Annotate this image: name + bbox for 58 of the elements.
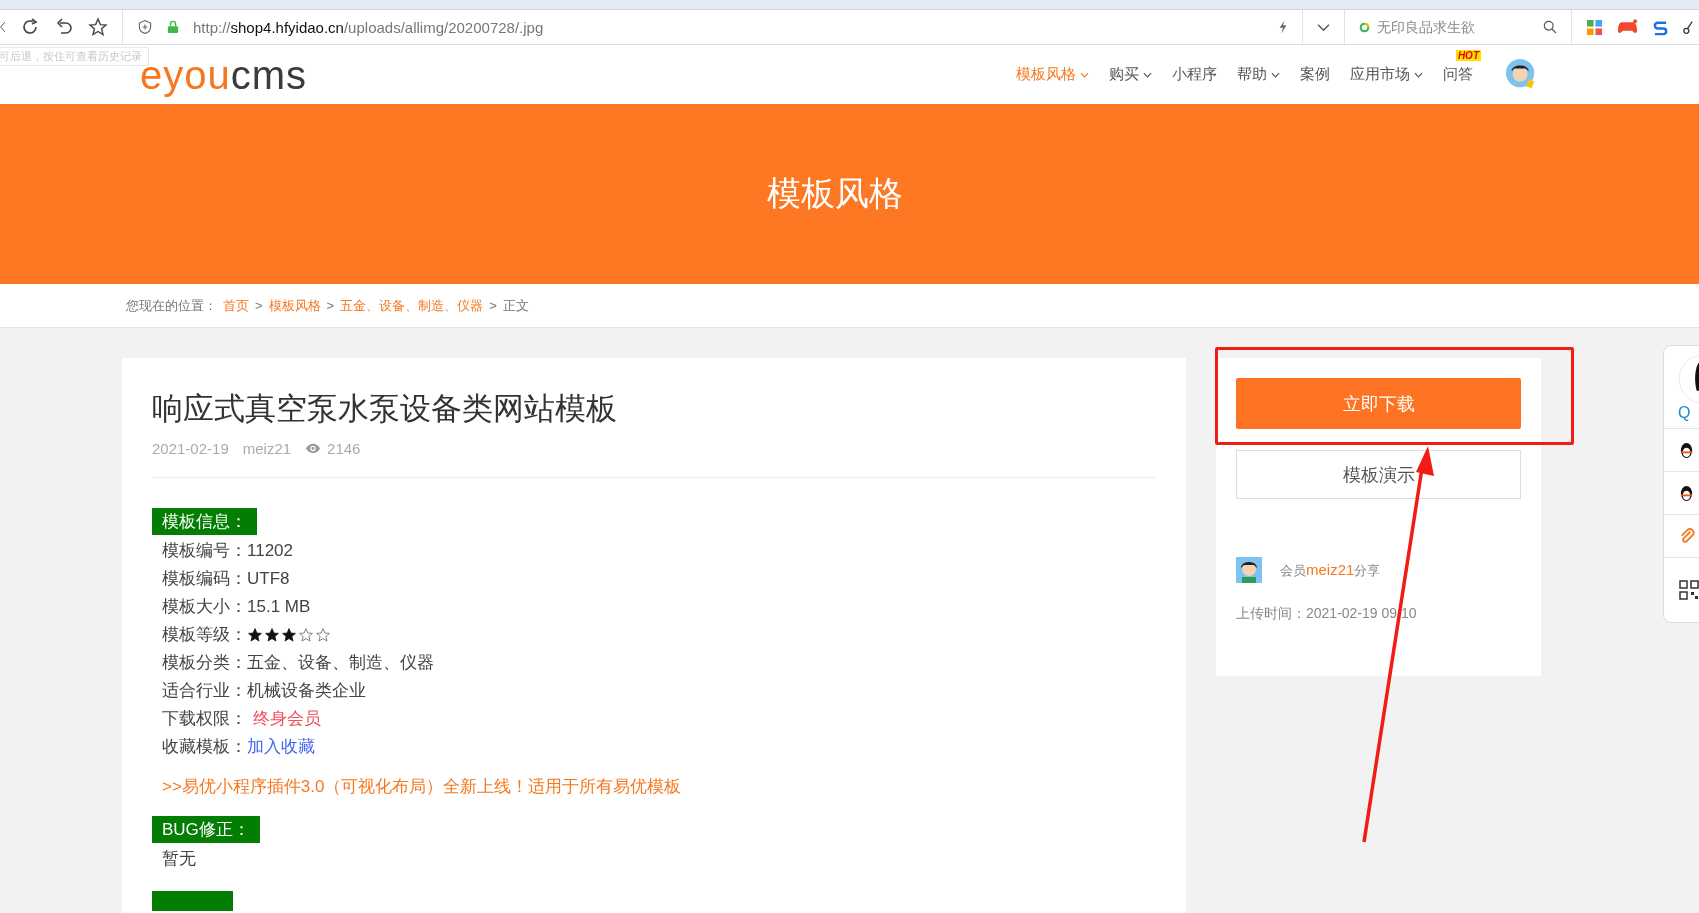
info-value: 终身会员	[253, 708, 321, 730]
favorite-link[interactable]: 加入收藏	[247, 733, 315, 761]
star-icon[interactable]	[88, 17, 108, 37]
article-title: 响应式真空泵水泵设备类网站模板	[152, 390, 618, 428]
breadcrumb-separator: >	[255, 298, 263, 313]
lightning-icon[interactable]	[1278, 19, 1288, 35]
address-field[interactable]: http://shop4.hfyidao.cn/uploads/allimg/20200728/.jpg	[193, 18, 1264, 36]
nav-link[interactable]: 应用市场	[1350, 65, 1423, 84]
nav-link[interactable]: 问答	[1443, 65, 1473, 84]
info-label: 模板编号：	[162, 540, 247, 562]
info-value: 11202	[247, 540, 293, 562]
info-value: 机械设备类企业	[247, 680, 366, 702]
qq-label[interactable]: Q	[1678, 404, 1691, 422]
gamepad-icon[interactable]	[1617, 19, 1638, 35]
filled-star-icon	[281, 627, 297, 643]
share-text: 会员meiz21分享	[1280, 560, 1381, 580]
filled-star-icon	[264, 627, 280, 643]
demo-button[interactable]: 模板演示	[1236, 450, 1521, 499]
section-heading: BUG修正：	[152, 816, 260, 843]
info-label: 模板分类：	[162, 652, 247, 674]
reload-icon[interactable]	[20, 17, 40, 37]
banner-title: 模板风格	[766, 173, 903, 214]
view-count: 2146	[327, 440, 361, 457]
paperclip-icon[interactable]	[1679, 527, 1696, 545]
info-value: UTF8	[247, 568, 290, 590]
breadcrumb-current: 正文	[502, 296, 529, 315]
breadcrumb-label: 您现在的位置：	[126, 296, 217, 315]
info-label: 适合行业：	[162, 680, 247, 702]
info-label: 模板大小：	[162, 596, 247, 618]
publish-date: 2021-02-19	[152, 440, 229, 457]
nav-link[interactable]: 小程序	[1172, 65, 1217, 84]
info-label: 收藏模板：	[162, 736, 247, 758]
info-label: 下载权限：	[162, 708, 247, 730]
info-value: 五金、设备、制造、仪器	[247, 652, 434, 674]
qr-code-icon[interactable]	[1679, 580, 1699, 600]
lock-icon	[167, 20, 179, 34]
caret-icon[interactable]	[1317, 22, 1330, 32]
breadcrumb-separator: >	[489, 298, 497, 313]
shield-icon[interactable]	[137, 19, 153, 35]
search-icon[interactable]	[1543, 20, 1557, 34]
info-value: 暂无	[162, 848, 196, 870]
avatar-icon	[1236, 557, 1262, 583]
info-value: 15.1 MB	[247, 596, 311, 618]
breadcrumb-separator: >	[326, 298, 335, 313]
author-name: meiz21	[242, 440, 292, 457]
filled-star-icon	[247, 627, 263, 643]
empty-star-icon	[298, 627, 314, 643]
eye-icon	[305, 443, 322, 454]
hot-badge: HOT	[1455, 50, 1481, 61]
nav-link[interactable]: 帮助	[1237, 65, 1280, 84]
nav-link[interactable]: 案例	[1300, 65, 1330, 84]
section-heading: 模板信息：	[152, 508, 257, 535]
apps-grid-icon[interactable]	[1586, 18, 1603, 36]
nav-link[interactable]: 购买	[1109, 65, 1152, 84]
undo-icon[interactable]	[54, 17, 74, 37]
empty-star-icon	[315, 627, 331, 643]
info-label: 模板等级：	[162, 624, 247, 646]
info-label: 模板编码：	[162, 568, 247, 590]
